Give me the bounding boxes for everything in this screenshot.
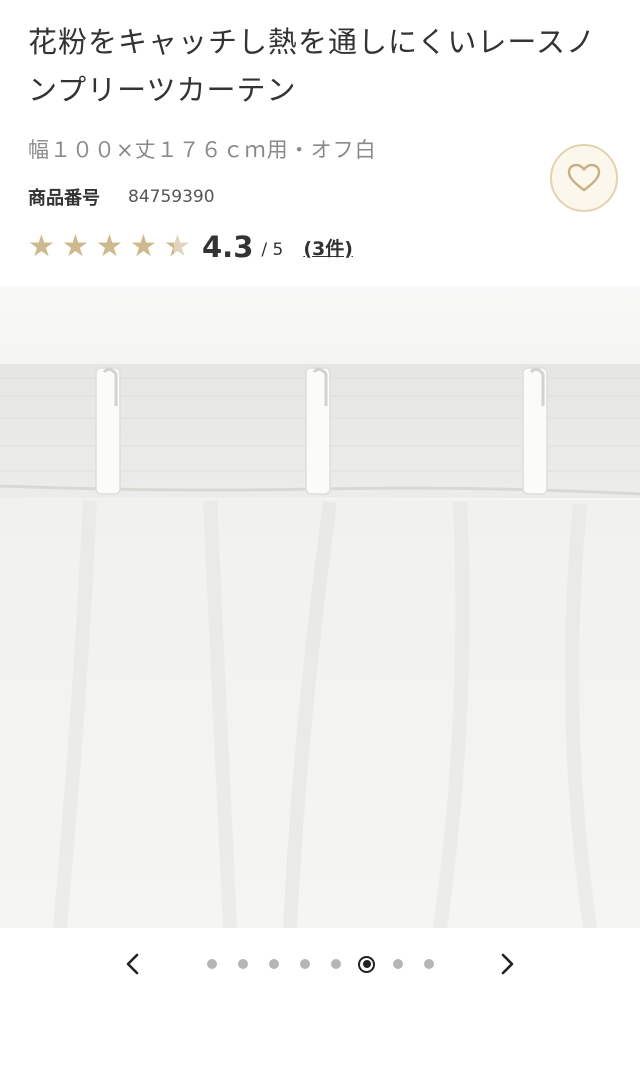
rating-value: 4.3: [202, 230, 254, 264]
star-icon: ★★: [62, 229, 89, 264]
product-header: 花粉をキャッチし熱を通しにくいレースノ ンプリーツカーテン 幅１００×丈１７６ｃ…: [0, 0, 640, 286]
product-title: 花粉をキャッチし熱を通しにくいレースノ ンプリーツカーテン: [28, 18, 620, 114]
rating-row: ★★★★★★★★★★ 4.3 / 5 (3件): [28, 230, 612, 264]
carousel-dot[interactable]: [358, 955, 375, 973]
star-icon: ★★: [28, 229, 55, 264]
product-variant: 幅１００×丈１７６ｃｍ用・オフ白: [28, 138, 377, 162]
product-title-line1: 花粉をキャッチし熱を通しにくいレースノ: [28, 25, 596, 59]
review-count-link[interactable]: (3件): [303, 234, 353, 261]
carousel-prev-button[interactable]: [116, 947, 150, 981]
favorite-button[interactable]: [550, 144, 618, 212]
curtain-photo: [0, 286, 640, 928]
product-image[interactable]: [0, 286, 640, 928]
carousel-dot[interactable]: [423, 959, 434, 969]
carousel-dot[interactable]: [268, 959, 279, 969]
star-icon: ★★: [96, 229, 123, 264]
heart-icon: [567, 163, 601, 192]
product-code-value: 84759390: [128, 187, 215, 207]
carousel-dots: [196, 955, 444, 973]
carousel-dot[interactable]: [237, 959, 248, 969]
image-carousel-controls: [0, 944, 640, 984]
product-code-label: 商品番号: [28, 188, 100, 209]
product-title-line2: ンプリーツカーテン: [28, 73, 297, 107]
product-code-row: 商品番号 84759390: [28, 184, 612, 210]
star-icon: ★★: [164, 229, 191, 264]
carousel-dot[interactable]: [392, 959, 403, 969]
star-icon: ★★: [130, 229, 157, 264]
carousel-dot[interactable]: [299, 959, 310, 969]
carousel-dot[interactable]: [330, 959, 341, 969]
carousel-next-button[interactable]: [490, 947, 524, 981]
rating-max: / 5: [261, 240, 284, 260]
chevron-left-icon: [126, 953, 139, 975]
chevron-right-icon: [501, 953, 514, 975]
carousel-dot[interactable]: [206, 959, 217, 969]
rating-stars: ★★★★★★★★★★: [28, 232, 198, 262]
